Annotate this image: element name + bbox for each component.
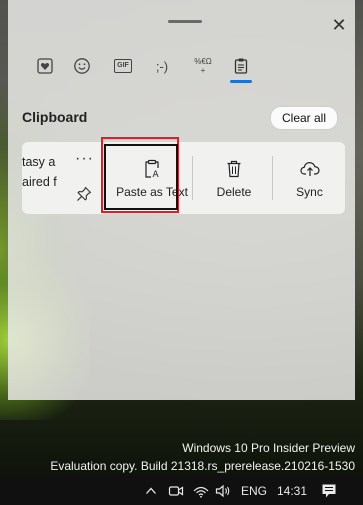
tab-symbols[interactable]: %€Ω+ [186,50,220,82]
camera-icon [168,485,184,496]
pin-icon[interactable] [76,186,94,204]
section-title: Clipboard [22,109,88,125]
tab-emoji[interactable] [65,50,99,82]
watermark-line: Windows 10 Pro Insider Preview [182,441,355,455]
clipboard-icon [234,58,248,74]
action-separator [272,156,273,200]
gif-icon: GIF [114,59,132,73]
panel-tabs: GIF ;-) %€Ω+ [8,50,355,86]
input-language-button[interactable]: ENG [238,476,270,505]
clipboard-text-line: aired f [22,175,57,189]
clipboard-item-text: tasy a aired f [22,152,82,192]
tab-kaomoji[interactable]: ;-) [145,50,179,82]
kaomoji-icon: ;-) [155,58,169,74]
network-button[interactable] [191,476,211,505]
emoji-clipboard-panel: ✕ GIF ;-) %€Ω+ Clipboard Clear all tasy … [8,0,355,400]
action-center-button[interactable] [316,476,342,505]
action-separator [192,156,193,200]
clock-time: 14:31 [276,483,308,498]
watermark-line: Evaluation copy. Build 21318.rs_prerelea… [50,459,355,473]
language-label: ENG [240,483,267,498]
focus-outline [104,144,178,210]
taskbar: ENG 14:31 [0,476,363,505]
meet-now-button[interactable] [166,476,186,505]
drag-handle[interactable] [168,20,202,23]
clipboard-item[interactable]: tasy a aired f ··· A Paste as Text Delet… [22,142,345,214]
smiley-icon [74,58,90,74]
close-button[interactable]: ✕ [328,14,350,36]
delete-label: Delete [216,184,252,199]
clear-all-button[interactable]: Clear all [270,106,338,130]
speaker-icon [215,484,230,497]
cloud-upload-icon [299,158,320,180]
sync-label: Sync [296,184,323,199]
clipboard-text-line: tasy a [22,155,56,169]
notification-icon [322,484,336,497]
delete-button[interactable]: Delete [195,142,273,214]
wifi-icon [193,486,209,498]
tab-clipboard[interactable] [224,50,258,82]
volume-button[interactable] [213,476,233,505]
show-hidden-icons-button[interactable] [142,476,160,505]
heart-emoji-icon [37,58,53,74]
clock[interactable]: 14:31 [272,476,312,505]
more-options-button[interactable]: ··· [75,150,94,168]
tab-emoji-favorites[interactable] [28,50,62,82]
active-tab-indicator [230,80,252,83]
tab-gif[interactable]: GIF [106,50,140,82]
symbols-icon: %€Ω+ [194,57,212,75]
chevron-up-icon [146,487,156,494]
trash-icon [226,158,242,180]
sync-button[interactable]: Sync [274,142,345,214]
